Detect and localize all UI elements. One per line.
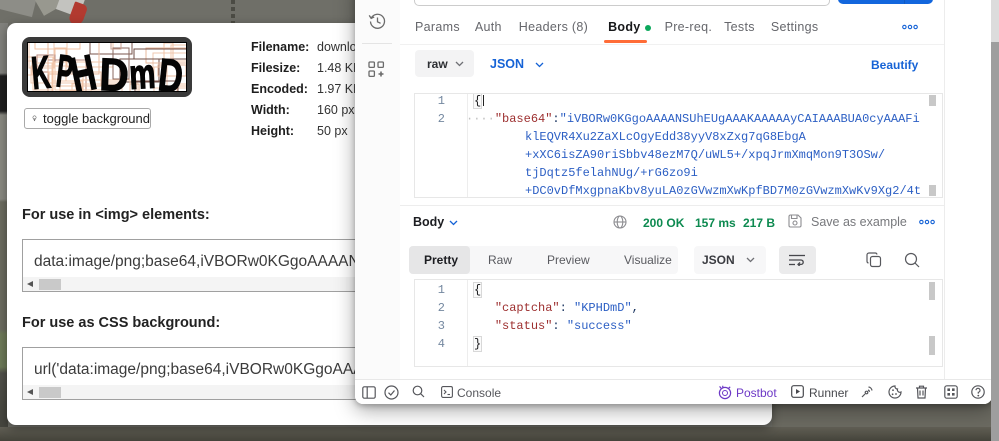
svg-text:D: D <box>99 50 130 92</box>
svg-text:K: K <box>29 46 52 92</box>
svg-text:D: D <box>156 49 185 92</box>
svg-text:m: m <box>128 49 157 92</box>
